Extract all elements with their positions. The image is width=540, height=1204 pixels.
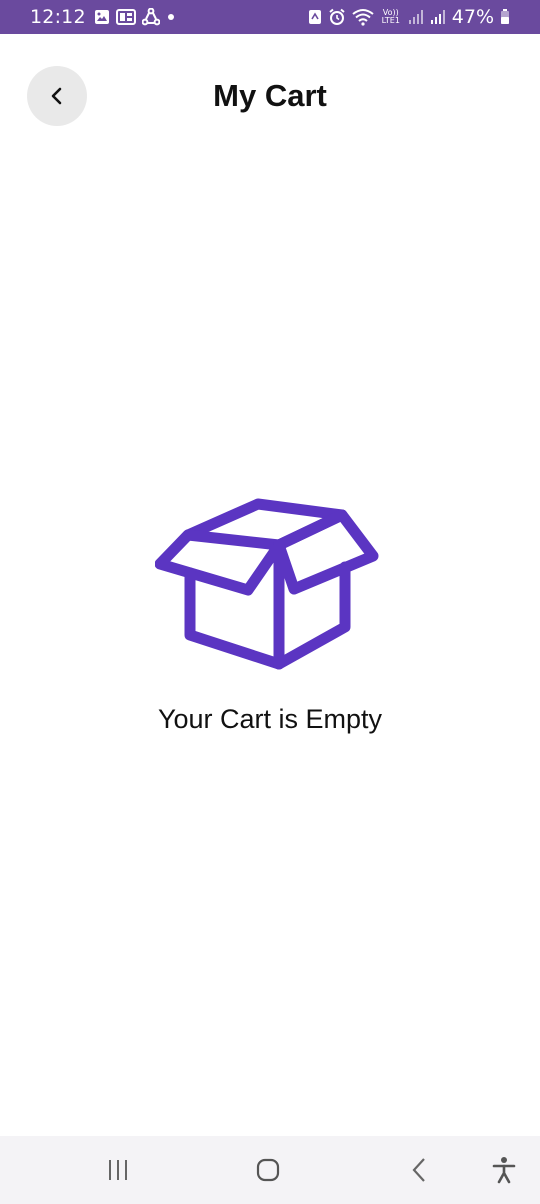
status-time: 12:12 (30, 6, 86, 28)
silent-icon (308, 9, 322, 25)
system-nav-bar (0, 1136, 540, 1204)
empty-cart-message: Your Cart is Empty (157, 704, 383, 734)
battery-icon (500, 9, 510, 25)
alarm-icon (328, 8, 346, 26)
accessibility-button[interactable] (464, 1136, 540, 1204)
dot-icon (166, 12, 176, 22)
system-back-button[interactable] (380, 1136, 460, 1204)
recents-button[interactable] (78, 1136, 158, 1204)
status-right-icons: Vo)) LTE1 47% (308, 6, 510, 28)
open-box-icon (155, 498, 379, 670)
empty-cart-state: Your Cart is Empty (0, 490, 540, 735)
page-title: My Cart (213, 78, 327, 113)
wifi-icon (352, 8, 374, 26)
signal-2-icon (430, 9, 446, 25)
status-bar: 12:12 Vo)) LTE1 47% (0, 0, 540, 34)
home-button[interactable] (228, 1136, 308, 1204)
gallery-icon (94, 9, 110, 25)
back-icon (409, 1156, 431, 1184)
battery-percent: 47% (451, 6, 494, 28)
network-label: Vo)) LTE1 (381, 8, 400, 25)
sim-card-icon (115, 9, 136, 25)
signal-1-icon (408, 9, 424, 25)
home-icon (255, 1157, 281, 1183)
header: My Cart (0, 34, 540, 160)
recents-icon (106, 1158, 130, 1182)
share-icon (141, 8, 160, 26)
status-left-icons (94, 8, 176, 26)
accessibility-icon (491, 1156, 517, 1184)
